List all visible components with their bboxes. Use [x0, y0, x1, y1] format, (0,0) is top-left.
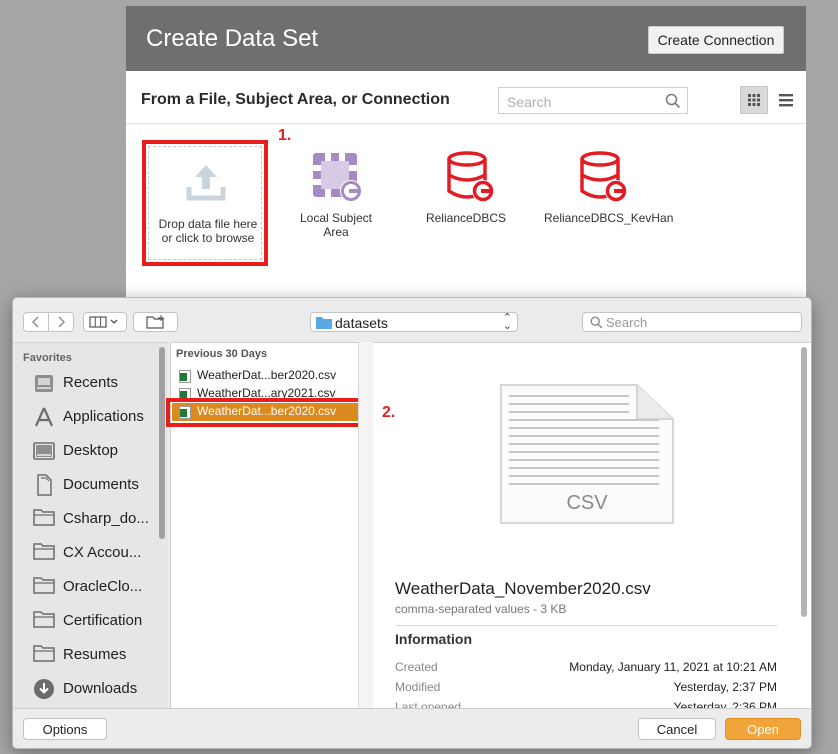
sidebar-item-recents[interactable]: Recents: [13, 367, 163, 401]
column-resizer[interactable]: [358, 342, 374, 708]
sidebar-item-label: Recents: [63, 374, 119, 391]
sidebar-item-oraclecloud[interactable]: OracleClo...: [13, 571, 163, 605]
sidebar-item-label: Resumes: [63, 646, 127, 663]
back-button[interactable]: [23, 312, 49, 332]
info-key-modified: Modified: [395, 680, 441, 694]
spreadsheet-file-icon: [179, 370, 191, 383]
reliancedbcs-label: RelianceDBCS: [425, 211, 507, 225]
preview-file-name: WeatherData_November2020.csv: [395, 579, 651, 598]
create-dataset-body: From a File, Subject Area, or Connection…: [126, 71, 806, 311]
search-icon: [590, 316, 603, 329]
drop-file-tile[interactable]: Drop data file here or click to browse: [142, 140, 268, 266]
source-section-title: From a File, Subject Area, or Connection: [141, 91, 450, 108]
location-label: datasets: [335, 315, 388, 331]
sidebar-item-documents[interactable]: Documents: [13, 469, 163, 503]
sidebar-item-label: Applications: [63, 408, 144, 425]
new-folder-icon: [145, 315, 164, 329]
sidebar-item-cx-accounts[interactable]: CX Accou...: [13, 537, 163, 571]
preview-file-kind: comma-separated values - 3 KB: [395, 602, 567, 616]
dialog-title: Create Data Set: [146, 25, 319, 52]
information-heading: Information: [395, 631, 472, 647]
file-open-panel: datasets ⌃ ⌄ Search Favorites Recents App…: [12, 297, 812, 749]
file-row[interactable]: WeatherDat...ber2020.csv: [172, 367, 358, 385]
file-name: WeatherDat...ber2020.csv: [197, 368, 337, 382]
clock-icon: [35, 375, 53, 392]
sidebar-item-downloads[interactable]: Downloads: [13, 673, 163, 707]
create-dataset-header: Create Data Set Create Connection: [126, 6, 806, 71]
step-2-annotation: 2.: [382, 404, 396, 421]
divider: [395, 625, 777, 626]
sidebar-scrollbar[interactable]: [159, 347, 165, 539]
upload-icon: [186, 165, 226, 201]
info-value-created: Monday, January 11, 2021 at 10:21 AM: [569, 660, 777, 674]
preview-scrollbar[interactable]: [801, 347, 807, 617]
forward-button[interactable]: [48, 312, 74, 332]
search-placeholder: Search: [606, 315, 648, 330]
info-key-created: Created: [395, 660, 438, 674]
chevron-right-icon: [58, 316, 66, 328]
sidebar-item-certification[interactable]: Certification: [13, 605, 163, 639]
drop-file-label: Drop data file here or click to browse: [158, 217, 258, 245]
list-icon: [779, 94, 793, 107]
panel-search-input[interactable]: Search: [582, 312, 802, 332]
source-search-input[interactable]: Search: [498, 87, 688, 114]
sidebar-item-csharp[interactable]: Csharp_do...: [13, 503, 163, 537]
csv-file-icon: CSV: [500, 384, 674, 524]
columns-view-icon: [89, 316, 118, 328]
favorites-heading: Favorites: [23, 352, 72, 364]
grid-icon: [748, 94, 760, 106]
chevron-left-icon: [31, 316, 39, 328]
folder-icon: [33, 543, 55, 560]
new-folder-button[interactable]: [133, 312, 178, 332]
folder-icon: [33, 577, 55, 594]
info-value-modified: Yesterday, 2:37 PM: [673, 680, 777, 694]
step-1-annotation: 1.: [278, 127, 292, 144]
sidebar-item-label: OracleClo...: [63, 578, 143, 595]
drop-zone[interactable]: Drop data file here or click to browse: [148, 146, 262, 260]
favorites-sidebar: Favorites Recents Applications Desktop D…: [13, 342, 168, 709]
document-icon: [37, 474, 52, 496]
panel-footer: Options Cancel Open: [13, 708, 811, 748]
sidebar-item-label: Desktop: [63, 442, 119, 459]
date-group-heading: Previous 30 Days: [176, 348, 268, 360]
reliancedbcs-kevhan-label: RelianceDBCS_KevHan: [544, 211, 674, 225]
folder-icon: [33, 645, 55, 662]
open-button[interactable]: Open: [725, 718, 801, 740]
desktop-icon: [33, 442, 55, 460]
sidebar-item-label: Downloads: [63, 680, 138, 697]
search-icon: [665, 93, 681, 109]
grid-view-button[interactable]: [740, 86, 768, 114]
sidebar-item-label: Csharp_do...: [63, 510, 149, 527]
sidebar-item-label: CX Accou...: [63, 544, 142, 561]
sidebar-item-applications[interactable]: Applications: [13, 401, 163, 435]
sidebar-item-label: Certification: [63, 612, 143, 629]
database-connection-icon[interactable]: [445, 151, 497, 205]
database-connection-icon[interactable]: [578, 151, 630, 205]
local-subject-area-label: Local Subject Area: [299, 211, 373, 239]
chevron-updown-icon: ⌃ ⌄: [502, 312, 512, 332]
sidebar-item-resumes[interactable]: Resumes: [13, 639, 163, 673]
download-icon: [34, 679, 54, 699]
step-2-highlight: [166, 398, 370, 427]
location-popup[interactable]: datasets ⌃ ⌄: [310, 312, 518, 332]
sidebar-item-label: Documents: [63, 476, 139, 493]
divider: [126, 123, 806, 124]
search-placeholder: Search: [507, 94, 552, 110]
sidebar-item-desktop[interactable]: Desktop: [13, 435, 163, 469]
view-mode-button[interactable]: [83, 312, 127, 332]
folder-icon: [33, 611, 55, 628]
folder-icon: [316, 317, 332, 329]
folder-icon: [33, 509, 55, 526]
list-view-button[interactable]: [774, 86, 798, 114]
create-connection-button[interactable]: Create Connection: [648, 26, 784, 54]
options-button[interactable]: Options: [23, 718, 107, 740]
subject-area-icon[interactable]: [311, 151, 363, 203]
file-preview: CSV WeatherData_November2020.csv comma-s…: [373, 342, 811, 714]
applications-icon: [34, 407, 54, 427]
cancel-button[interactable]: Cancel: [638, 718, 716, 740]
csv-icon-text: CSV: [566, 492, 608, 514]
